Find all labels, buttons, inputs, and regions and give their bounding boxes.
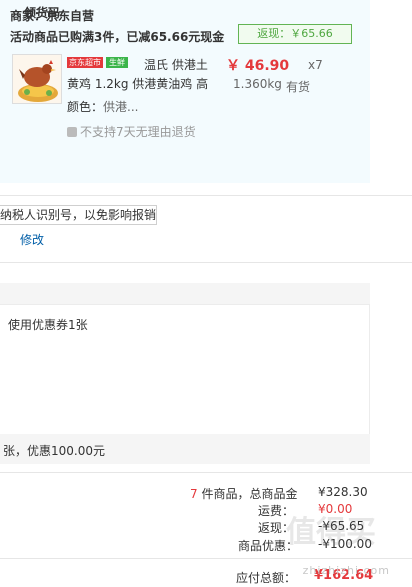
return-policy: 不支持7天无理由退货 [67, 123, 196, 140]
chicken-image-icon [13, 55, 61, 103]
product-badges: 京东超市 生鲜 [67, 57, 128, 68]
item-count: 7 [190, 487, 198, 501]
watermark-text: zhizhizhi.com [302, 564, 390, 577]
product-weight: 1.360kg [233, 77, 282, 91]
product-name-line1[interactable]: 温氏 供港土 [144, 56, 208, 73]
coupon-summary: 张，优惠100.00元 [3, 444, 105, 458]
color-label: 颜色： [67, 100, 104, 114]
color-value: 供港... [103, 100, 139, 114]
product-image[interactable] [12, 54, 62, 104]
cashback-tag: 返现：￥65.66 [238, 24, 352, 44]
discount-label: 商品优惠： [238, 539, 299, 553]
freight-value: ¥0.00 [318, 502, 353, 516]
coupon-tab-bar [0, 283, 370, 305]
stock-status: 有货 [286, 80, 311, 94]
cashback-value: -¥65.65 [318, 519, 365, 533]
tab-pickup-code[interactable]: 领货码 [24, 4, 60, 21]
section-divider [0, 262, 412, 263]
jd-supermarket-badge: 京东超市 [67, 57, 103, 68]
invoice-edit-link[interactable]: 修改 [20, 231, 44, 248]
fresh-badge: 生鲜 [106, 57, 128, 68]
product-price: ￥ 46.90 [226, 58, 290, 74]
section-divider [0, 558, 412, 559]
section-divider [0, 195, 412, 196]
invoice-hint: 纳税人识别号，以免影响报销 [0, 205, 157, 225]
total-amount: ¥328.30 [318, 485, 368, 499]
product-quantity: x7 [308, 58, 323, 72]
freight-label: 运费： [258, 504, 295, 518]
discount-value: -¥100.00 [318, 537, 372, 551]
return-policy-text: 不支持7天无理由退货 [80, 125, 196, 139]
promo-text: 活动商品已购满3件，已减65.66元现金 [10, 30, 225, 44]
payable-label: 应付总额： [236, 571, 297, 585]
section-divider [0, 472, 412, 473]
cashback-label: 返现： [258, 521, 295, 535]
item-count-suffix: 件商品，总商品金 [197, 487, 298, 501]
use-coupon-text: 使用优惠券1张 [8, 318, 88, 332]
product-name-line2[interactable]: 黄鸡 1.2kg 供港黄油鸡 高 [67, 75, 208, 92]
item-count-row: 7 件商品，总商品金 [190, 485, 297, 502]
no-return-icon [67, 126, 77, 137]
